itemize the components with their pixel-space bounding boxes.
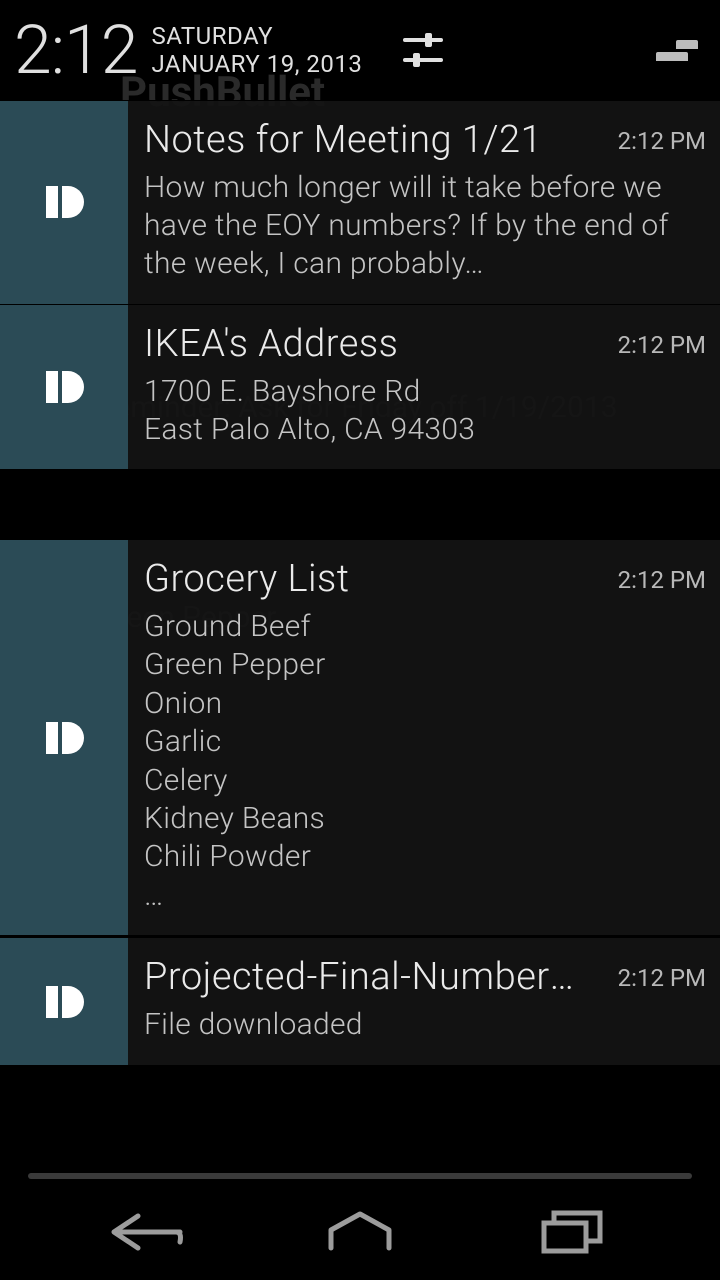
back-icon bbox=[108, 1210, 186, 1254]
notification-item[interactable]: Projected-Final-Numbers-E.. 2:12 PM File… bbox=[0, 937, 720, 1065]
shade-grab-bar[interactable] bbox=[28, 1173, 692, 1179]
handle-bar-icon bbox=[676, 40, 698, 49]
handle-bar-icon bbox=[656, 52, 688, 61]
shade-drag-handle[interactable] bbox=[652, 38, 698, 68]
recents-icon bbox=[540, 1209, 606, 1255]
notification-app-icon-tile bbox=[0, 540, 128, 935]
notification-app-icon-tile bbox=[0, 938, 128, 1065]
notification-title: Grocery List bbox=[144, 558, 350, 602]
navigation-bar bbox=[0, 1184, 720, 1280]
notification-app-icon-tile bbox=[0, 101, 128, 304]
notification-content: Ground Beef Green Pepper Onion Garlic Ce… bbox=[144, 608, 706, 915]
notification-title: Projected-Final-Numbers-E.. bbox=[144, 956, 592, 1000]
notification-item[interactable]: Notes for Meeting 1/21 2:12 PM How much … bbox=[0, 100, 720, 304]
notification-app-icon-tile bbox=[0, 305, 128, 469]
date-block: SATURDAY JANUARY 19, 2013 bbox=[151, 22, 362, 78]
sliders-icon bbox=[401, 28, 445, 72]
quick-settings-button[interactable] bbox=[400, 27, 446, 73]
pushbullet-icon bbox=[40, 363, 88, 411]
notification-content: 1700 E. Bayshore Rd East Palo Alto, CA 9… bbox=[144, 373, 706, 450]
notification-item[interactable]: IKEA's Address 2:12 PM 1700 E. Bayshore … bbox=[0, 304, 720, 469]
notification-item[interactable]: Grocery List 2:12 PM Ground Beef Green P… bbox=[0, 539, 720, 935]
notification-content: File downloaded bbox=[144, 1006, 706, 1044]
notification-title: IKEA's Address bbox=[144, 323, 398, 367]
notification-title: Notes for Meeting 1/21 bbox=[144, 119, 542, 163]
day-of-week: SATURDAY bbox=[151, 22, 362, 50]
status-bar: 2:12 SATURDAY JANUARY 19, 2013 bbox=[0, 0, 720, 100]
notification-timestamp: 2:12 PM bbox=[618, 956, 706, 992]
pushbullet-icon bbox=[40, 714, 88, 762]
pushbullet-icon bbox=[40, 978, 88, 1026]
recents-button[interactable] bbox=[513, 1197, 633, 1267]
clock-time: 2:12 bbox=[14, 16, 137, 84]
notification-timestamp: 2:12 PM bbox=[618, 119, 706, 155]
notification-content: How much longer will it take before we h… bbox=[144, 169, 706, 284]
pushbullet-icon bbox=[40, 178, 88, 226]
notification-shade: Notes for Meeting 1/21 2:12 PM How much … bbox=[0, 100, 720, 1179]
back-button[interactable] bbox=[87, 1197, 207, 1267]
notification-timestamp: 2:12 PM bbox=[618, 323, 706, 359]
notification-timestamp: 2:12 PM bbox=[618, 558, 706, 594]
home-button[interactable] bbox=[300, 1197, 420, 1267]
date-label: JANUARY 19, 2013 bbox=[151, 50, 362, 78]
home-icon bbox=[325, 1210, 395, 1254]
